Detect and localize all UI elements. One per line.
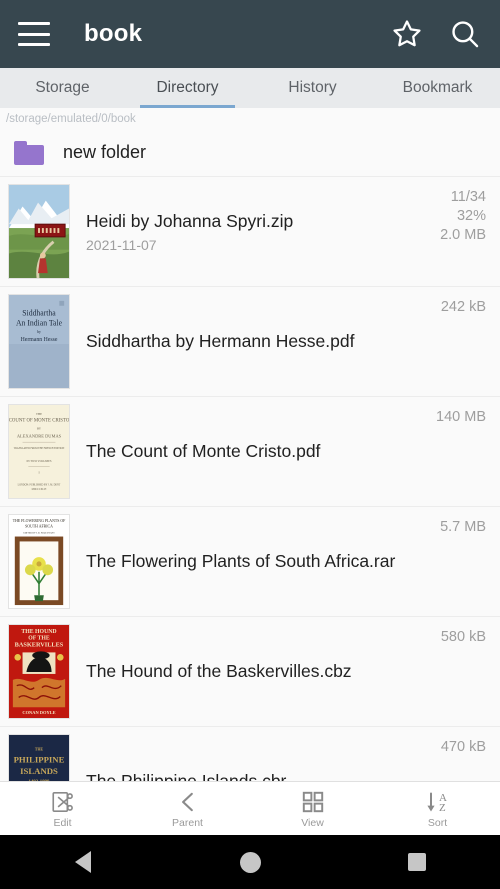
view-label: View <box>301 816 324 829</box>
svg-text:ALEXANDRE DUMAS: ALEXANDRE DUMAS <box>17 433 62 438</box>
file-size: 242 kB <box>440 299 486 315</box>
file-info: The Flowering Plants of South Africa.rar <box>70 551 440 572</box>
svg-text:Hermann Hesse: Hermann Hesse <box>21 337 58 343</box>
page-title: book <box>84 20 143 47</box>
svg-text:COUNT OF MONTE CRISTO: COUNT OF MONTE CRISTO <box>9 419 69 424</box>
home-circle-icon <box>239 851 261 873</box>
file-size: 140 MB <box>436 409 486 425</box>
tab-directory[interactable]: Directory <box>125 68 250 108</box>
file-meta: 470 kB <box>441 727 486 757</box>
file-name: Heidi by Johanna Spyri.zip <box>86 210 294 231</box>
file-list[interactable]: new folder Heidi by Johanna Spyri.zip 20… <box>0 129 500 889</box>
file-info: Heidi by Johanna Spyri.zip 2021-11-07 <box>70 211 440 253</box>
file-meta: 580 kB <box>441 617 486 647</box>
book-cover-thumbnail <box>8 184 70 279</box>
tab-history-label: History <box>288 79 337 96</box>
cut-scissors-icon <box>50 789 76 815</box>
android-nav-bar <box>0 835 500 889</box>
table-row[interactable]: THE HOUND OF THE BASKERVILLES CONAN DOYL… <box>0 617 500 727</box>
file-info: The Count of Monte Cristo.pdf <box>70 441 436 462</box>
file-info: Siddhartha by Hermann Hesse.pdf <box>70 331 441 352</box>
file-meta: 140 MB <box>436 397 486 427</box>
book-cover-thumbnail: THE COUNT OF MONTE CRISTO BY ALEXANDRE D… <box>8 404 70 499</box>
file-name: The Hound of the Baskervilles.cbz <box>86 661 352 681</box>
back-button[interactable] <box>0 851 167 873</box>
chevron-left-icon <box>175 789 201 815</box>
file-name: The Flowering Plants of South Africa.rar <box>86 551 396 571</box>
svg-text:THE: THE <box>35 748 44 752</box>
svg-text:An Indian Tale: An Indian Tale <box>16 318 63 327</box>
file-date: 2021-11-07 <box>86 236 157 253</box>
recents-button[interactable] <box>333 853 500 871</box>
tab-storage-label: Storage <box>35 79 90 96</box>
svg-text:ISLANDS: ISLANDS <box>20 766 58 776</box>
back-triangle-icon <box>75 851 92 873</box>
svg-text:THE: THE <box>36 412 42 416</box>
grid-view-icon <box>300 789 326 815</box>
file-meta: 11/34 32% 2.0 MB <box>440 177 486 245</box>
svg-text:MDCCCXLVI: MDCCCXLVI <box>32 488 47 491</box>
file-size: 5.7 MB <box>440 519 486 535</box>
svg-text:by: by <box>37 330 41 334</box>
book-cover-thumbnail: Siddhartha An Indian Tale by Hermann Hes… <box>8 294 70 389</box>
breadcrumb-path[interactable]: /storage/emulated/0/book <box>0 108 500 129</box>
folder-icon <box>14 140 44 165</box>
app-bar: book <box>0 0 500 68</box>
file-meta: 5.7 MB <box>440 507 486 537</box>
home-button[interactable] <box>167 851 334 873</box>
parent-label: Parent <box>172 816 203 829</box>
svg-text:I: I <box>38 471 39 475</box>
svg-text:THE FLOWERING PLANTS OF: THE FLOWERING PLANTS OF <box>13 519 66 523</box>
file-name: The Count of Monte Cristo.pdf <box>86 441 321 461</box>
bottom-toolbar: Edit Parent View A Z Sort <box>0 781 500 835</box>
svg-text:SOUTH AFRICA: SOUTH AFRICA <box>25 525 53 529</box>
table-row[interactable]: THE COUNT OF MONTE CRISTO BY ALEXANDRE D… <box>0 397 500 507</box>
view-button[interactable]: View <box>250 789 375 829</box>
file-percent: 32% <box>456 208 486 225</box>
edit-label: Edit <box>53 816 72 829</box>
tab-bookmark-label: Bookmark <box>402 79 473 96</box>
book-cover-thumbnail: THE FLOWERING PLANTS OF SOUTH AFRICA EDI… <box>8 514 70 609</box>
svg-text:CONAN DOYLE: CONAN DOYLE <box>22 710 55 715</box>
app-bar-actions <box>390 17 482 51</box>
edit-button[interactable]: Edit <box>0 789 125 829</box>
file-size: 2.0 MB <box>440 227 486 244</box>
star-outline-icon[interactable] <box>390 17 424 51</box>
svg-text:TRANSLATED FROM THE FRENCH EDI: TRANSLATED FROM THE FRENCH EDITION <box>14 447 65 450</box>
hamburger-menu-icon[interactable] <box>18 22 50 46</box>
svg-text:THE HOUND: THE HOUND <box>21 629 56 635</box>
svg-text:EDITED BY I. B. POLE EVANS: EDITED BY I. B. POLE EVANS <box>23 532 55 535</box>
file-size: 580 kB <box>440 629 486 645</box>
svg-text:PHILIPPINE: PHILIPPINE <box>14 754 65 764</box>
file-size: 470 kB <box>440 739 486 755</box>
file-progress: 11/34 <box>450 189 486 205</box>
sort-az-icon: A Z <box>423 789 453 815</box>
breadcrumb-path-text: /storage/emulated/0/book <box>6 112 136 125</box>
svg-text:LONDON: PUBLISHED BY J. M. DEN: LONDON: PUBLISHED BY J. M. DENT <box>18 483 61 486</box>
sort-label: Sort <box>427 816 448 829</box>
list-item-folder[interactable]: new folder <box>0 129 500 177</box>
search-icon[interactable] <box>448 17 482 51</box>
tab-bar: Storage Directory History Bookmark <box>0 68 500 108</box>
folder-name: new folder <box>63 142 147 162</box>
file-manager-screen: book Storage Directory History Bookmark … <box>0 0 500 889</box>
svg-text:IN TWO VOLUMES: IN TWO VOLUMES <box>27 459 52 463</box>
tab-storage[interactable]: Storage <box>0 68 125 108</box>
file-name: Siddhartha by Hermann Hesse.pdf <box>86 331 355 351</box>
tab-history[interactable]: History <box>250 68 375 108</box>
svg-text:Z: Z <box>439 802 446 814</box>
book-cover-thumbnail: THE HOUND OF THE BASKERVILLES CONAN DOYL… <box>8 624 70 719</box>
svg-text:Siddhartha: Siddhartha <box>22 309 56 318</box>
table-row[interactable]: THE FLOWERING PLANTS OF SOUTH AFRICA EDI… <box>0 507 500 617</box>
svg-text:BASKERVILLES: BASKERVILLES <box>15 642 64 649</box>
file-meta: 242 kB <box>441 287 486 317</box>
sort-button[interactable]: A Z Sort <box>375 789 500 829</box>
recents-square-icon <box>407 853 426 871</box>
tab-directory-label: Directory <box>156 79 219 96</box>
tab-bookmark[interactable]: Bookmark <box>375 68 500 108</box>
table-row[interactable]: Heidi by Johanna Spyri.zip 2021-11-07 11… <box>0 177 500 287</box>
parent-button[interactable]: Parent <box>125 789 250 829</box>
table-row[interactable]: Siddhartha An Indian Tale by Hermann Hes… <box>0 287 500 397</box>
file-info: The Hound of the Baskervilles.cbz <box>70 661 441 682</box>
